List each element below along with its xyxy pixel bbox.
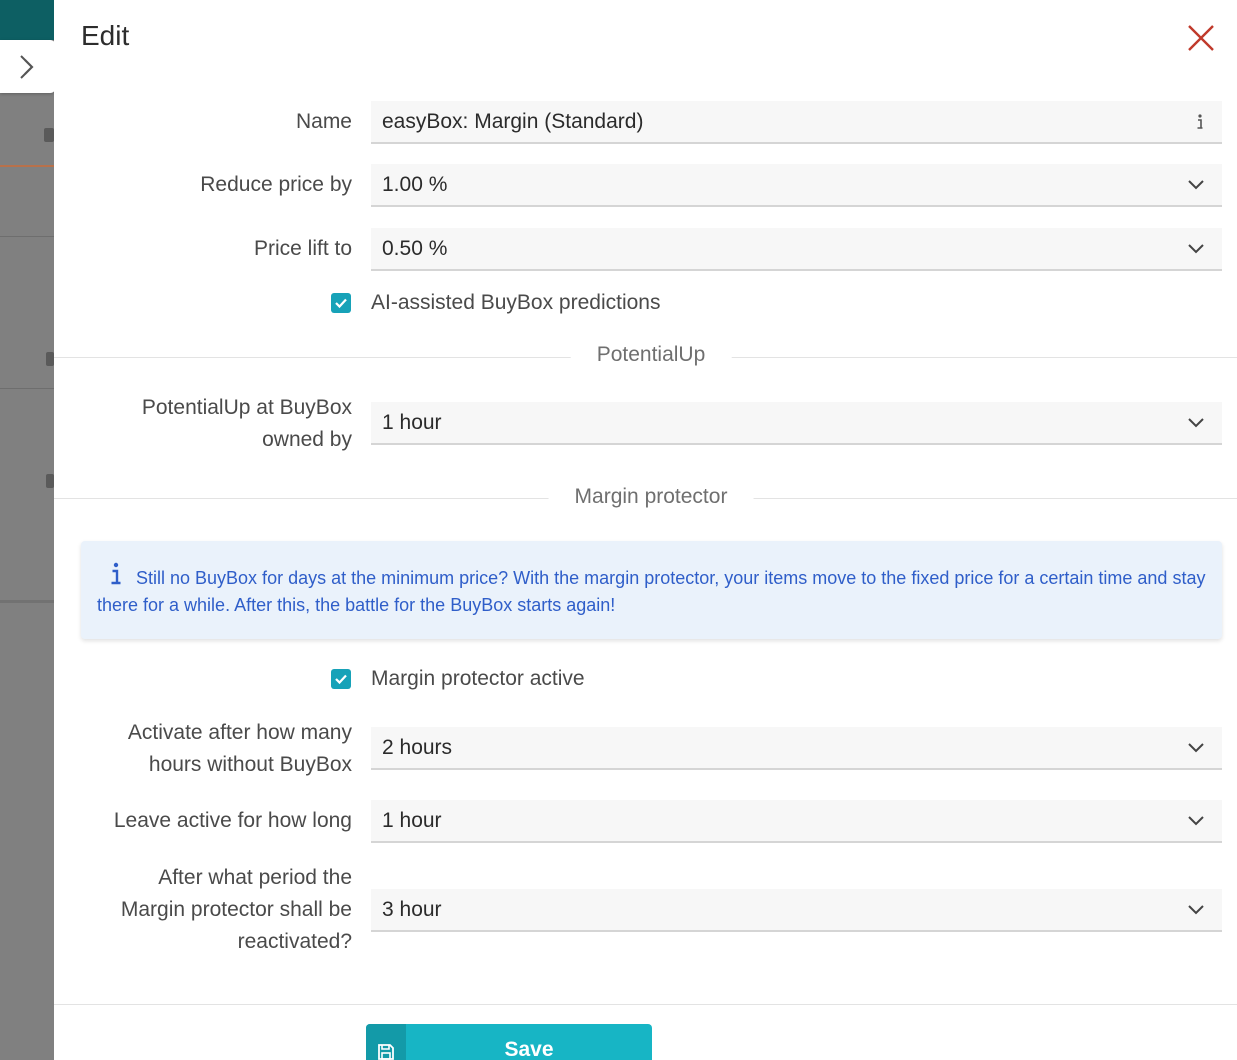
- leave-active-select[interactable]: 1 hour: [371, 800, 1222, 843]
- label-line: reactivated?: [237, 930, 352, 953]
- ai-predictions-label: AI-assisted BuyBox predictions: [371, 291, 661, 314]
- name-label: Name: [295, 110, 352, 133]
- label-line: Margin protector shall be: [120, 898, 352, 921]
- activate-after-label: Activate after how many hours without Bu…: [128, 717, 352, 781]
- info-i-icon[interactable]: [1193, 112, 1207, 132]
- info-text: Still no BuyBox for days at the minimum …: [97, 568, 1206, 615]
- collapse-drawer-button[interactable]: [0, 40, 56, 93]
- margin-protector-active-toggle[interactable]: Margin protector active: [331, 667, 585, 691]
- price-lift-select[interactable]: 0.50 %: [371, 228, 1222, 271]
- buybox-owned-select[interactable]: 1 hour: [371, 402, 1222, 445]
- background-text-fragment: [46, 352, 54, 366]
- floppy-disk-icon: [378, 1044, 394, 1060]
- checkmark-icon: [335, 298, 347, 309]
- name-value: easyBox: Margin (Standard): [382, 109, 644, 133]
- background-page: [0, 0, 54, 1060]
- leave-active-label: Leave active for how long: [113, 809, 352, 832]
- chevron-down-icon: [1188, 243, 1204, 253]
- label-line: After what period the: [158, 866, 352, 889]
- label-line: owned by: [262, 428, 352, 451]
- save-icon-area: [366, 1024, 406, 1060]
- name-input[interactable]: easyBox: Margin (Standard): [371, 101, 1222, 144]
- chevron-down-icon: [1188, 815, 1204, 825]
- leave-active-value: 1 hour: [382, 808, 442, 832]
- edit-drawer: Edit Name easyBox: Margin (Standard) Red…: [54, 0, 1237, 1060]
- info-icon: [111, 562, 121, 585]
- reactivate-label: After what period the Margin protector s…: [121, 862, 352, 958]
- chevron-right-icon: [20, 54, 34, 79]
- buybox-owned-value: 1 hour: [382, 410, 442, 434]
- save-button[interactable]: Save: [366, 1024, 652, 1060]
- reactivate-select[interactable]: 3 hour: [371, 889, 1222, 932]
- reduce-price-label: Reduce price by: [200, 173, 352, 196]
- price-lift-label: Price lift to: [253, 237, 352, 260]
- margin-protector-info-box: Still no BuyBox for days at the minimum …: [81, 541, 1222, 639]
- label-line: PotentialUp at BuyBox: [141, 396, 352, 419]
- price-lift-value: 0.50 %: [382, 236, 448, 260]
- reactivate-value: 3 hour: [382, 897, 442, 921]
- background-header: [0, 0, 54, 40]
- label-line: hours without BuyBox: [148, 753, 352, 776]
- margin-protector-section-title: Margin protector: [548, 485, 754, 509]
- background-divider: [0, 388, 54, 389]
- ai-predictions-toggle[interactable]: AI-assisted BuyBox predictions: [331, 291, 660, 315]
- close-button[interactable]: [1185, 22, 1217, 54]
- potentialup-section-title: PotentialUp: [570, 343, 732, 367]
- chevron-down-icon: [1188, 904, 1204, 914]
- footer-divider: [54, 1004, 1237, 1005]
- background-text-fragment: [46, 474, 54, 488]
- chevron-down-icon: [1188, 742, 1204, 752]
- ai-predictions-checkbox[interactable]: [331, 293, 351, 313]
- background-divider: [0, 236, 54, 237]
- label-line: Activate after how many: [127, 721, 352, 744]
- save-button-label: Save: [504, 1038, 554, 1060]
- reduce-price-value: 1.00 %: [382, 172, 448, 196]
- checkmark-icon: [335, 674, 347, 685]
- chevron-down-icon: [1188, 179, 1204, 189]
- activate-after-value: 2 hours: [382, 735, 453, 759]
- background-accent-line: [0, 165, 54, 167]
- background-text-fragment: [44, 128, 54, 142]
- drawer-title: Edit: [81, 20, 130, 51]
- activate-after-select[interactable]: 2 hours: [371, 727, 1222, 770]
- buybox-owned-label: PotentialUp at BuyBox owned by: [142, 392, 352, 456]
- background-divider: [0, 600, 54, 603]
- margin-protector-active-label: Margin protector active: [371, 667, 585, 690]
- chevron-down-icon: [1188, 417, 1204, 427]
- close-x-icon: [1188, 25, 1214, 51]
- margin-protector-active-checkbox[interactable]: [331, 669, 351, 689]
- reduce-price-select[interactable]: 1.00 %: [371, 164, 1222, 207]
